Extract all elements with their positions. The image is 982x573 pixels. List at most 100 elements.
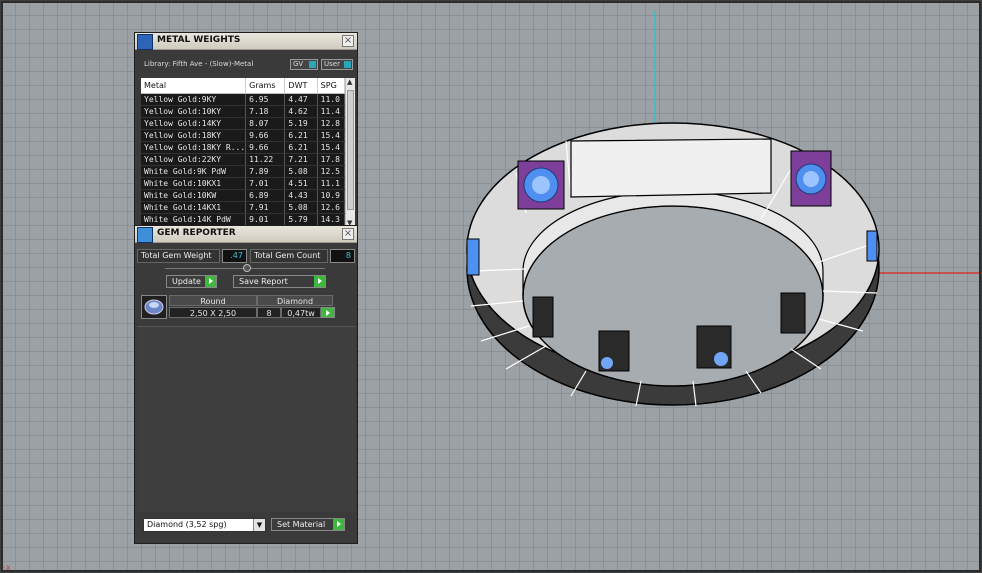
table-cell: White Gold:14K PdW: [141, 213, 247, 226]
column-header-grams[interactable]: Grams: [245, 78, 286, 94]
table-cell: 11.22: [245, 153, 286, 166]
close-icon[interactable]: ×: [342, 228, 354, 240]
table-cell: 9.01: [245, 213, 286, 226]
play-icon: [322, 308, 334, 317]
table-cell: 9.66: [245, 141, 286, 154]
top-band-face: [570, 138, 772, 198]
table-row[interactable]: Yellow Gold:18KY 9.66 6.21 15.4: [141, 129, 346, 142]
chevron-down-icon[interactable]: ▼: [253, 519, 265, 531]
gem-count-value: 8: [257, 307, 281, 318]
table-cell: 7.89: [245, 165, 286, 178]
table-cell: White Gold:14KX1: [141, 201, 247, 214]
table-cell: 6.89: [245, 189, 286, 202]
scrollbar-thumb[interactable]: [347, 90, 354, 210]
table-row[interactable]: White Gold:10KW 6.89 4.43 10.9: [141, 189, 346, 202]
library-label: Library: Fifth Ave - (Slow)-Metal: [144, 60, 254, 68]
check-icon: [344, 61, 351, 68]
column-header-dwt[interactable]: DWT: [284, 78, 318, 94]
table-cell: 12.8: [317, 117, 346, 130]
table-cell: 17.8: [317, 153, 346, 166]
table-row[interactable]: Yellow Gold:10KY 7.18 4.62 11.4: [141, 105, 346, 118]
ring-inner-hole: [522, 205, 824, 387]
scroll-up-icon[interactable]: ▲: [347, 78, 352, 86]
table-cell: 7.21: [284, 153, 318, 166]
metal-table: Metal Grams DWT SPG Yellow Gold:9KY 6.95 4…: [141, 78, 346, 226]
play-icon: [333, 519, 344, 530]
table-cell: White Gold:10KX1: [141, 177, 247, 190]
table-cell: 8.07: [245, 117, 286, 130]
table-cell: 6.21: [284, 141, 318, 154]
table-cell: White Gold:9K PdW: [141, 165, 247, 178]
gem-material-header: Diamond: [257, 295, 333, 306]
metal-weights-titlebar[interactable]: METAL WEIGHTS ×: [135, 33, 357, 50]
table-cell: 15.4: [317, 129, 346, 142]
table-row[interactable]: White Gold:9K PdW 7.89 5.08 12.5: [141, 165, 346, 178]
metal-weights-logo-icon: [137, 34, 153, 50]
table-cell: Yellow Gold:18KY R...: [141, 141, 247, 154]
gem-list-row[interactable]: Round 2,50 X 2,50 Diamond 8 0,47tw: [141, 293, 335, 321]
save-report-button[interactable]: Save Report: [233, 275, 326, 288]
gem-cut-header: Round: [169, 295, 257, 306]
inner-gem: [714, 352, 728, 366]
table-row[interactable]: Yellow Gold:14KY 8.07 5.19 12.8: [141, 117, 346, 130]
table-row[interactable]: Yellow Gold:18KY R... 9.66 6.21 15.4: [141, 141, 346, 154]
table-cell: 10.9: [317, 189, 346, 202]
gem-reporter-logo-icon: [137, 227, 153, 243]
gem-list-area: [137, 326, 356, 512]
metal-table-container: Metal Grams DWT SPG Yellow Gold:9KY 6.95 4…: [141, 78, 355, 227]
table-cell: 12.5: [317, 165, 346, 178]
play-icon: [205, 276, 216, 287]
table-cell: 11.1: [317, 177, 346, 190]
table-cell: Yellow Gold:9KY: [141, 93, 247, 106]
user-toggle[interactable]: User: [321, 59, 353, 70]
table-cell: 9.66: [245, 129, 286, 142]
total-gem-weight-value: .47: [222, 249, 247, 263]
column-header-metal[interactable]: Metal: [141, 78, 247, 94]
table-row[interactable]: Yellow Gold:9KY 6.95 4.47 11.0: [141, 93, 346, 106]
table-cell: 4.47: [284, 93, 318, 106]
column-header-spg[interactable]: SPG: [317, 78, 346, 94]
inner-gem: [601, 357, 613, 369]
table-cell: 7.01: [245, 177, 286, 190]
table-cell: 4.43: [284, 189, 318, 202]
table-cell: 15.4: [317, 141, 346, 154]
table-cell: 11.4: [317, 105, 346, 118]
material-dropdown[interactable]: Diamond (3,52 spg) ▼: [143, 518, 266, 532]
table-cell: 5.79: [284, 213, 318, 226]
gem-detail-button[interactable]: [321, 307, 335, 318]
table-cell: 12.6: [317, 201, 346, 214]
table-cell: Yellow Gold:18KY: [141, 129, 247, 142]
total-gem-count-label: Total Gem Count: [250, 249, 328, 263]
total-gem-count-value: 8: [330, 249, 355, 263]
metal-weights-panel: METAL WEIGHTS × Library: Fifth Ave - (Sl…: [134, 32, 358, 227]
total-gem-weight-label: Total Gem Weight: [137, 249, 220, 263]
metal-weights-title: METAL WEIGHTS: [157, 35, 241, 45]
world-axis-label: -x: [1, 563, 11, 572]
gv-toggle[interactable]: GV: [290, 59, 318, 70]
gem-reporter-titlebar[interactable]: GEM REPORTER ×: [135, 226, 357, 243]
table-cell: 7.18: [245, 105, 286, 118]
close-icon[interactable]: ×: [342, 35, 354, 47]
table-cell: Yellow Gold:22KY: [141, 153, 247, 166]
table-row[interactable]: White Gold:14KX1 7.91 5.08 12.6: [141, 201, 346, 214]
round-gem-icon: [141, 295, 167, 319]
table-cell: 5.19: [284, 117, 318, 130]
table-cell: 4.51: [284, 177, 318, 190]
update-button[interactable]: Update: [166, 275, 217, 288]
table-row[interactable]: Yellow Gold:22KY 11.22 7.21 17.8: [141, 153, 346, 166]
table-cell: Yellow Gold:10KY: [141, 105, 247, 118]
table-row[interactable]: White Gold:14K PdW 9.01 5.79 14.3: [141, 213, 346, 226]
table-cell: 7.91: [245, 201, 286, 214]
set-material-button[interactable]: Set Material: [271, 518, 345, 531]
table-row[interactable]: White Gold:10KX1 7.01 4.51 11.1: [141, 177, 346, 190]
table-cell: 11.0: [317, 93, 346, 106]
gem-reporter-title: GEM REPORTER: [157, 228, 236, 238]
table-cell: Yellow Gold:14KY: [141, 117, 247, 130]
table-cell: White Gold:10KW: [141, 189, 247, 202]
gem-size-value: 2,50 X 2,50: [169, 307, 257, 318]
collapse-handle-icon[interactable]: [243, 264, 251, 272]
play-icon: [314, 276, 325, 287]
metal-table-scrollbar[interactable]: ▲ ▼: [345, 78, 355, 227]
table-cell: 5.08: [284, 201, 318, 214]
gem-weight-value: 0,47tw: [281, 307, 321, 318]
